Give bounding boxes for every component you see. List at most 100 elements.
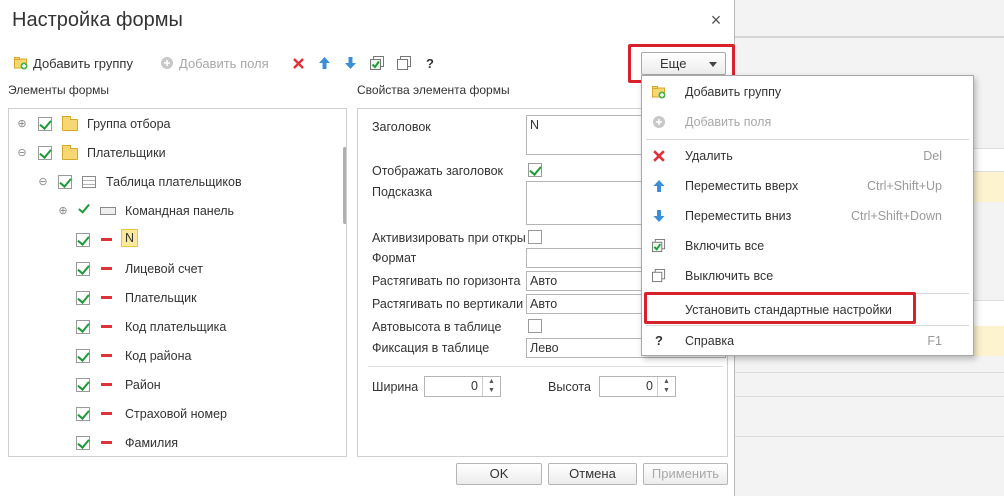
tree-item-checkbox[interactable] (38, 146, 52, 160)
menu-item-delete[interactable]: Удалить Del (642, 141, 973, 171)
spin-arrows-icon[interactable]: ▲ ▼ (482, 377, 500, 396)
menu-item-move-up[interactable]: Переместить вверх Ctrl+Shift+Up (642, 171, 973, 201)
menu-item-help[interactable]: ? Справка F1 (642, 326, 973, 356)
field-icon (101, 441, 112, 444)
uncheck-all-icon (397, 55, 411, 70)
table-icon (82, 176, 96, 188)
tree-item-checkbox[interactable] (38, 117, 52, 131)
spin-up-icon[interactable]: ▲ (663, 378, 670, 385)
bg-divider (734, 372, 1004, 373)
collapse-icon[interactable]: ⊖ (38, 177, 48, 188)
width-stepper[interactable]: 0 ▲ ▼ (424, 376, 501, 397)
tree-item-payer-code[interactable]: Код плательщика (9, 315, 339, 339)
title-label: Заголовок (372, 120, 431, 134)
menu-item-check-all[interactable]: Включить все (642, 231, 973, 261)
move-up-button[interactable] (318, 52, 331, 74)
tree-item-label: Группа отбора (87, 117, 171, 131)
props-divider (368, 366, 723, 367)
hint-label: Подсказка (372, 185, 433, 199)
tree-item-checkbox[interactable] (76, 320, 90, 334)
tree-item-checkbox[interactable] (76, 436, 90, 450)
tree-item-label: Плательщики (87, 146, 166, 160)
tree-item-account[interactable]: Лицевой счет (9, 257, 339, 281)
autoheight-label: Автовысота в таблице (372, 320, 502, 334)
format-label: Формат (372, 251, 417, 265)
element-properties-title: Свойства элемента формы (357, 83, 510, 97)
field-icon (101, 383, 112, 386)
help-icon: ? (655, 333, 663, 348)
move-down-button[interactable] (344, 52, 357, 74)
autoheight-checkbox[interactable] (528, 319, 542, 333)
spin-arrows-icon[interactable]: ▲ ▼ (657, 377, 675, 396)
tree-item-checkbox[interactable] (58, 175, 72, 189)
tree-item-district-code[interactable]: Код района (9, 344, 339, 368)
bg-divider (734, 396, 1004, 397)
tree-item-payers[interactable]: ⊖ Плательщики (9, 141, 339, 165)
collapse-icon[interactable]: ⊖ (17, 148, 27, 159)
check-icon[interactable] (78, 201, 90, 214)
tree-item-label: Фамилия (125, 436, 179, 450)
close-icon[interactable]: × (706, 10, 726, 30)
show-title-checkbox[interactable] (528, 163, 542, 177)
tree-item-checkbox[interactable] (76, 378, 90, 392)
tree-item-checkbox[interactable] (76, 349, 90, 363)
tree-item-payers-table[interactable]: ⊖ Таблица плательщиков (9, 170, 339, 194)
cancel-button[interactable]: Отмена (548, 463, 637, 485)
stretch-horizontal-label: Растягивать по горизонта (372, 274, 521, 288)
tree-item-surname[interactable]: Фамилия (9, 431, 339, 455)
check-all-button[interactable] (370, 52, 385, 74)
command-bar-icon (100, 207, 116, 215)
tree-item-label: Плательщик (125, 291, 197, 305)
tree-item-checkbox[interactable] (76, 291, 90, 305)
field-icon (101, 354, 112, 357)
menu-item-add-fields[interactable]: Добавить поля (642, 107, 973, 137)
spin-down-icon[interactable]: ▼ (488, 387, 495, 394)
tree-scrollbar[interactable] (343, 111, 346, 456)
add-fields-button[interactable]: Добавить поля (160, 52, 269, 74)
form-elements-title: Элементы формы (8, 83, 110, 97)
folder-icon (62, 116, 78, 131)
activate-label: Активизировать при откры (372, 231, 526, 245)
width-value: 0 (471, 379, 478, 393)
expand-icon[interactable]: ⊕ (58, 206, 68, 217)
spin-down-icon[interactable]: ▼ (663, 387, 670, 394)
spin-up-icon[interactable]: ▲ (488, 378, 495, 385)
height-stepper[interactable]: 0 ▲ ▼ (599, 376, 676, 397)
field-icon (101, 412, 112, 415)
tree-item-checkbox[interactable] (76, 407, 90, 421)
apply-button[interactable]: Применить (643, 463, 728, 485)
tree-item-label: Район (125, 378, 161, 392)
activate-checkbox[interactable] (528, 230, 542, 244)
add-group-button[interactable]: Добавить группу (14, 52, 133, 74)
tree-item-district[interactable]: Район (9, 373, 339, 397)
menu-item-uncheck-all[interactable]: Выключить все (642, 261, 973, 291)
tree-item-label: Лицевой счет (125, 262, 203, 276)
scrollbar-thumb[interactable] (343, 147, 346, 224)
delete-button[interactable] (292, 52, 305, 74)
tree-item-n[interactable]: N (9, 228, 339, 252)
menu-item-add-group[interactable]: Добавить группу (642, 77, 973, 107)
tree-item-insurance-number[interactable]: Страховой номер (9, 402, 339, 426)
tree-item-label: Код плательщика (125, 320, 227, 334)
menu-item-label: Переместить вверх (685, 179, 799, 193)
add-group-label: Добавить группу (33, 55, 133, 71)
add-field-icon (160, 56, 174, 70)
tree-item-payer[interactable]: Плательщик (9, 286, 339, 310)
arrow-up-icon (653, 180, 665, 192)
tree-item-checkbox[interactable] (76, 233, 90, 247)
tree-item-checkbox[interactable] (76, 262, 90, 276)
help-icon[interactable]: ? (426, 52, 434, 74)
ok-button[interactable]: OK (456, 463, 542, 485)
uncheck-all-button[interactable] (397, 52, 412, 74)
field-icon (101, 325, 112, 328)
menu-item-shortcut: F1 (927, 334, 942, 348)
field-icon (101, 267, 112, 270)
tree-item-filter-group[interactable]: ⊕ Группа отбора (9, 112, 339, 136)
expand-icon[interactable]: ⊕ (17, 119, 27, 130)
arrow-down-icon (345, 57, 356, 69)
folder-add-icon (652, 86, 666, 99)
menu-item-move-down[interactable]: Переместить вниз Ctrl+Shift+Down (642, 201, 973, 231)
add-fields-label: Добавить поля (179, 55, 269, 71)
menu-item-label: Удалить (685, 149, 733, 163)
tree-item-command-bar[interactable]: ⊕ Командная панель (9, 199, 339, 223)
